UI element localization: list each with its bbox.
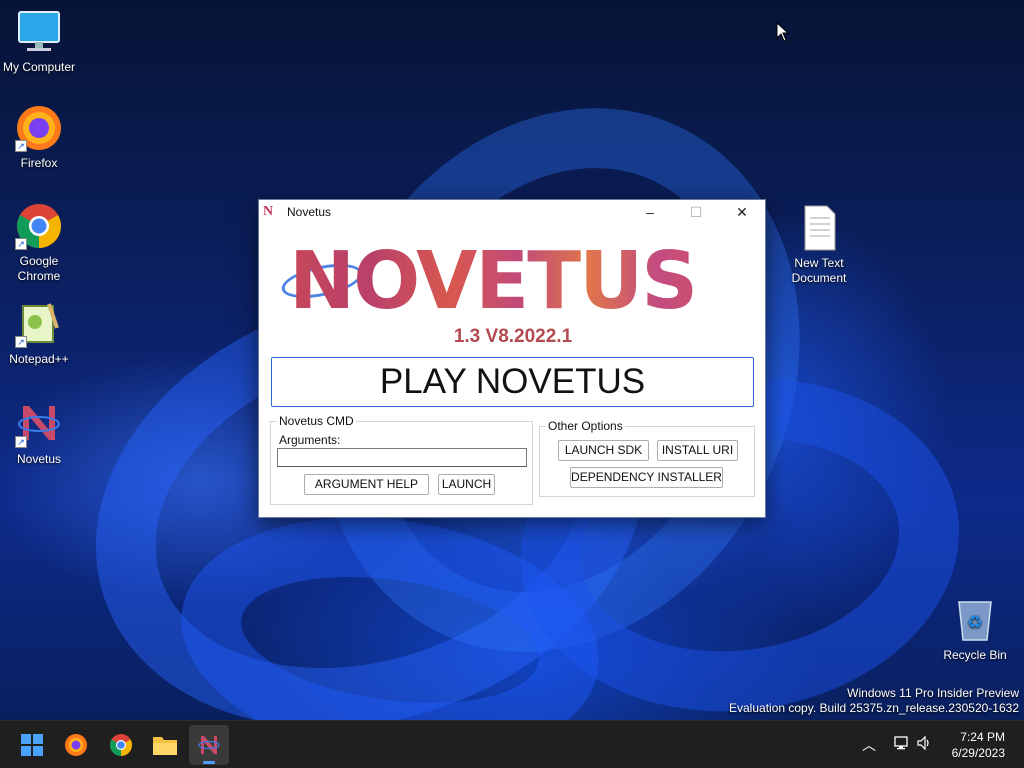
volume-icon[interactable] xyxy=(916,735,932,754)
evaluation-watermark: Windows 11 Pro Insider Preview Evaluatio… xyxy=(729,686,1019,716)
install-uri-button[interactable]: INSTALL URI xyxy=(657,440,738,461)
desktop-icon-my-computer[interactable]: My Computer xyxy=(0,8,78,75)
maximize-button[interactable]: ☐ xyxy=(673,200,719,224)
svg-text:♻: ♻ xyxy=(967,612,983,633)
taskbar-chrome[interactable] xyxy=(101,725,141,765)
clock-date: 6/29/2023 xyxy=(951,746,1005,760)
desktop-icon-label: New Text Document xyxy=(791,256,847,285)
launch-button[interactable]: LAUNCH xyxy=(438,474,495,495)
version-label: 1.3 V8.2022.1 xyxy=(453,326,573,347)
watermark-line2: Evaluation copy. Build 25375.zn_release.… xyxy=(729,701,1019,715)
chrome-icon xyxy=(110,734,132,756)
taskbar: ︿ 7:24 PM 6/29/2023 xyxy=(0,720,1024,768)
mouse-cursor-icon xyxy=(776,21,790,47)
firefox-icon: ↗ xyxy=(15,104,63,152)
novetus-logo: NOVETUS xyxy=(289,242,749,321)
window-title: Novetus xyxy=(287,205,332,219)
chevron-up-icon[interactable]: ︿ xyxy=(862,735,876,755)
desktop-icon-chrome[interactable]: ↗ Google Chrome xyxy=(0,202,78,284)
play-novetus-button[interactable]: PLAY NOVETUS xyxy=(271,357,754,407)
taskbar-file-explorer[interactable] xyxy=(145,725,185,765)
shortcut-arrow-icon: ↗ xyxy=(15,238,27,250)
desktop-icon-label: Notepad++ xyxy=(9,352,69,366)
desktop-icon-label: My Computer xyxy=(2,60,76,74)
novetus-app-icon: N xyxy=(263,204,274,219)
taskbar-firefox[interactable] xyxy=(56,725,96,765)
shortcut-arrow-icon: ↗ xyxy=(15,436,27,448)
argument-help-button[interactable]: ARGUMENT HELP xyxy=(304,474,429,495)
desktop-icon-firefox[interactable]: ↗ Firefox xyxy=(0,104,78,171)
clock[interactable]: 7:24 PM 6/29/2023 xyxy=(952,729,1005,761)
chrome-icon: ↗ xyxy=(15,202,63,250)
group-legend: Other Options xyxy=(546,419,625,433)
recycle-bin-icon: ♻ xyxy=(951,596,999,644)
network-icon[interactable] xyxy=(894,735,910,754)
desktop-icon-notepadpp[interactable]: ↗ Notepad++ xyxy=(0,300,78,367)
desktop-icon-recycle-bin[interactable]: ♻ Recycle Bin xyxy=(936,596,1014,663)
monitor-icon xyxy=(15,8,63,56)
desktop-icon-novetus[interactable]: ↗ Novetus xyxy=(0,400,78,467)
novetus-window[interactable]: N Novetus – ☐ ✕ NOVETUS 1.3 V8.2022.1 PL… xyxy=(258,199,766,518)
arguments-input[interactable] xyxy=(277,448,527,467)
desktop-icon-label: Novetus xyxy=(16,452,62,466)
dependency-installer-button[interactable]: DEPENDENCY INSTALLER xyxy=(570,467,723,488)
other-options-group: Other Options LAUNCH SDK INSTALL URI DEP… xyxy=(539,419,755,497)
shortcut-arrow-icon: ↗ xyxy=(15,140,27,152)
shortcut-arrow-icon: ↗ xyxy=(15,336,27,348)
taskbar-novetus[interactable] xyxy=(189,725,229,765)
start-icon xyxy=(21,734,43,756)
desktop-icon-new-text-document[interactable]: New Text Document xyxy=(780,204,858,286)
group-legend: Novetus CMD xyxy=(277,414,356,428)
start-button[interactable] xyxy=(12,725,52,765)
close-button[interactable]: ✕ xyxy=(719,200,765,224)
clock-time: 7:24 PM xyxy=(960,730,1005,744)
firefox-icon xyxy=(65,734,87,756)
watermark-line1: Windows 11 Pro Insider Preview xyxy=(847,686,1019,700)
desktop-icon-label: Firefox xyxy=(20,156,58,170)
novetus-icon xyxy=(198,736,220,754)
text-document-icon xyxy=(795,204,843,252)
novetus-icon: ↗ xyxy=(15,400,63,448)
file-explorer-icon xyxy=(153,737,177,755)
desktop-icon-label: Recycle Bin xyxy=(943,648,1007,662)
launch-sdk-button[interactable]: LAUNCH SDK xyxy=(558,440,649,461)
desktop-icon-label: Google Chrome xyxy=(17,254,61,283)
minimize-button[interactable]: – xyxy=(627,200,673,224)
notepadpp-icon: ↗ xyxy=(15,300,63,348)
title-bar[interactable]: N Novetus – ☐ ✕ xyxy=(259,200,765,224)
novetus-cmd-group: Novetus CMD Arguments: ARGUMENT HELP LAU… xyxy=(270,414,533,505)
arguments-label: Arguments: xyxy=(279,433,341,447)
